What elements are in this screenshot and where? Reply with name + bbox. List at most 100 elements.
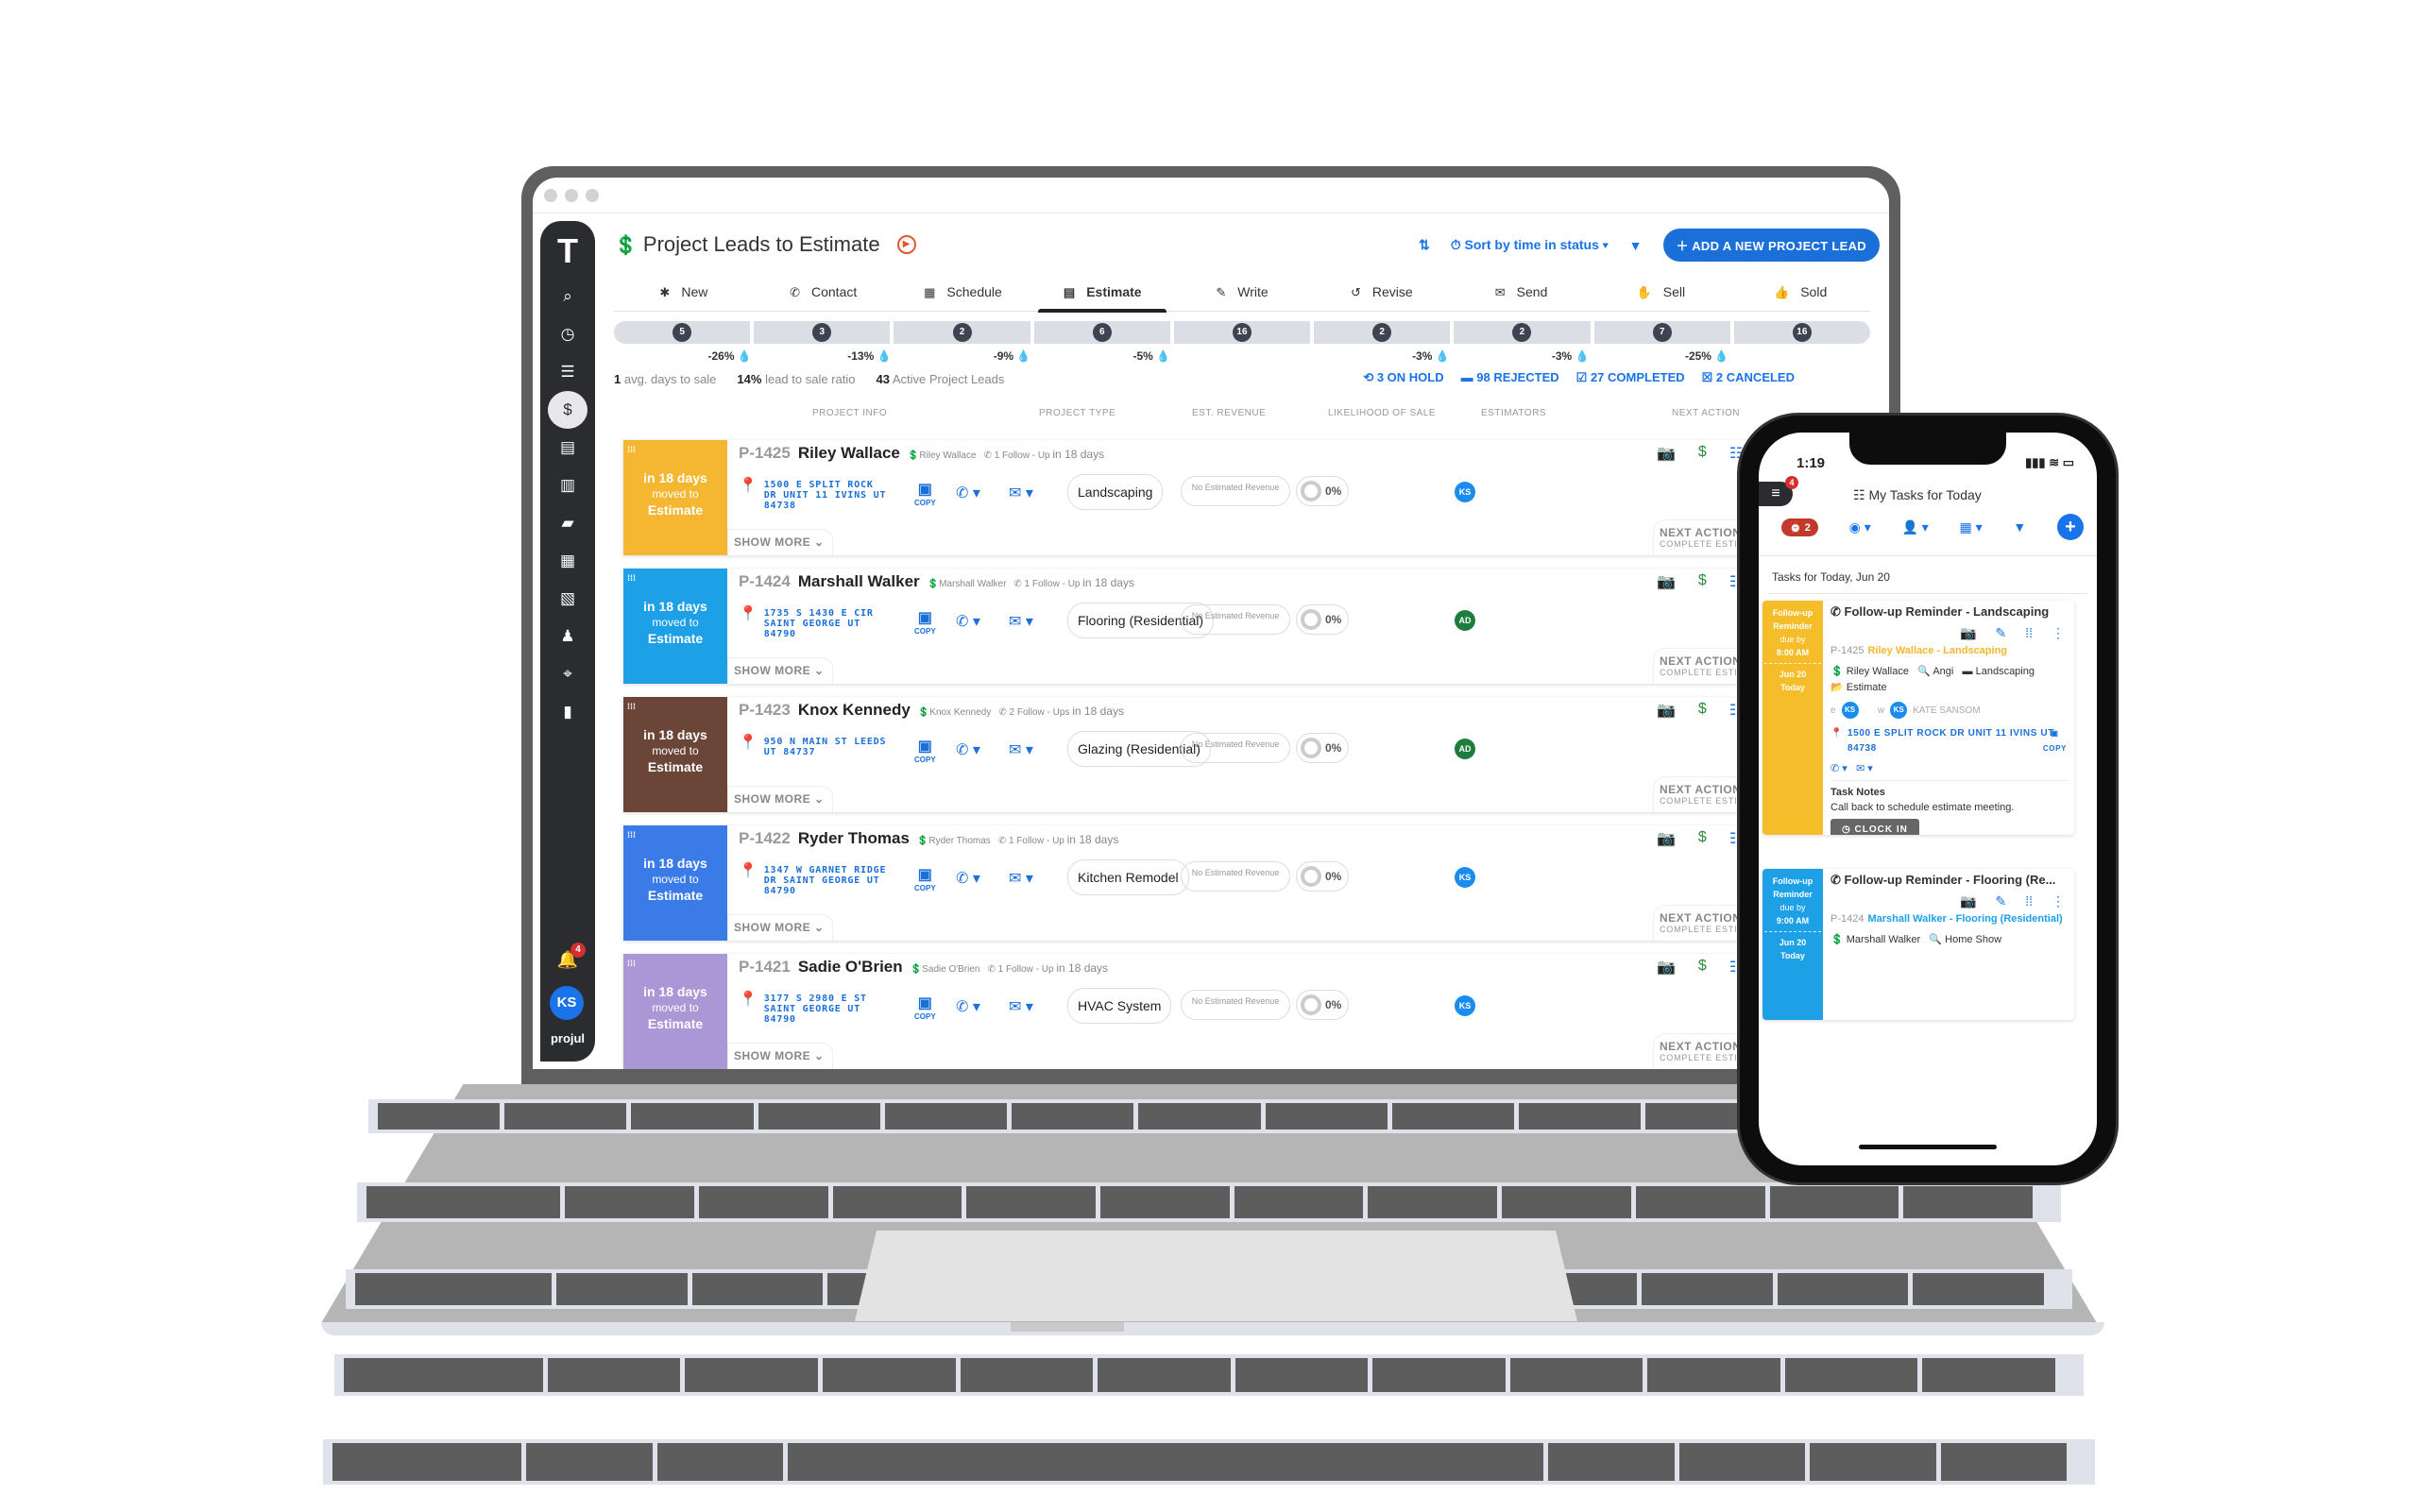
likelihood-pill[interactable]: 0%: [1296, 990, 1349, 1020]
phone-dropdown[interactable]: ✆ ▾: [956, 997, 980, 1016]
task-project-link[interactable]: P-1425 Riley Wallace - Landscaping: [1831, 645, 2069, 656]
copy-address-button[interactable]: ▣ COPY: [914, 608, 936, 636]
task-card[interactable]: Follow-up Reminder due by 8:00 AM Jun 20 To…: [1762, 601, 2074, 835]
sidebar-item-estimates[interactable]: ▤: [540, 429, 595, 467]
drag-handle-icon[interactable]: ⁞⁞⁞: [627, 570, 636, 586]
sort-dropdown[interactable]: ⏱ Sort by time in status ▾: [1451, 237, 1609, 253]
calendar-dropdown[interactable]: ▦ ▾: [1960, 519, 1983, 535]
sidebar-item-invoices[interactable]: ▥: [540, 467, 595, 504]
sidebar-item-tasks[interactable]: ☰: [540, 353, 595, 391]
filter-icon[interactable]: ▼: [2013, 519, 2026, 535]
pipeline-stage[interactable]: 2: [1314, 321, 1451, 344]
copy-address-button[interactable]: ▣ COPY: [914, 994, 936, 1021]
sidebar-item-time[interactable]: ◷: [540, 315, 595, 353]
tab-sell[interactable]: ✋ Sell: [1591, 278, 1730, 311]
show-more-button[interactable]: SHOW MORE ⌄: [727, 529, 833, 555]
pipeline-stage[interactable]: 2: [1454, 321, 1591, 344]
lead-address[interactable]: 📍 1500 E SPLIT ROCK DR UNIT 11 IVINS UT 8…: [739, 478, 890, 512]
rejected-link[interactable]: ▬ 98 REJECTED: [1461, 370, 1559, 385]
home-indicator[interactable]: [1859, 1145, 1997, 1149]
filter-icon[interactable]: ▼: [1629, 238, 1643, 253]
lead-row[interactable]: ⁞⁞⁞ in 18 days moved to Estimate P-1421 Sa…: [623, 954, 1870, 1069]
user-avatar[interactable]: KS: [550, 986, 584, 1020]
show-more-button[interactable]: SHOW MORE ⌄: [727, 1043, 833, 1069]
camera-icon[interactable]: 📷: [1657, 829, 1676, 848]
lead-row[interactable]: ⁞⁞⁞ in 18 days moved to Estimate P-1422 Ry…: [623, 825, 1870, 941]
clock-in-button[interactable]: ◷ CLOCK IN: [1831, 819, 1919, 835]
phone-menu-button[interactable]: ≡ 4: [1759, 476, 1798, 506]
estimate-money-icon[interactable]: $: [1698, 958, 1707, 977]
tab-revise[interactable]: ↺ Revise: [1312, 278, 1452, 311]
notifications-button[interactable]: 🔔 4: [540, 943, 595, 970]
completed-link[interactable]: ☑ 27 COMPLETED: [1576, 370, 1685, 385]
camera-icon[interactable]: 📷: [1657, 958, 1676, 977]
pipeline-stage[interactable]: 2: [894, 321, 1030, 344]
phone-dropdown[interactable]: ✆ ▾: [956, 740, 980, 759]
copy-address-button[interactable]: ▣ COPY: [914, 480, 936, 507]
lead-address[interactable]: 📍 950 N MAIN ST LEEDS UT 84737: [739, 735, 890, 758]
pipeline-stage[interactable]: 16: [1733, 321, 1870, 344]
lead-name[interactable]: Knox Kennedy: [798, 701, 911, 720]
drag-handle-icon[interactable]: ⁞⁞⁞: [627, 442, 636, 458]
tab-sold[interactable]: 👍 Sold: [1730, 278, 1870, 311]
tab-estimate[interactable]: ▤ Estimate: [1032, 278, 1172, 313]
grid-icon[interactable]: ⁞⁞: [2025, 893, 2033, 909]
add-project-lead-button[interactable]: ＋ ADD A NEW PROJECT LEAD: [1662, 229, 1880, 262]
drag-handle-icon[interactable]: ⁞⁞⁞: [627, 699, 636, 715]
estimator-avatar[interactable]: AD: [1455, 739, 1475, 759]
likelihood-pill[interactable]: 0%: [1296, 476, 1349, 506]
estimate-money-icon[interactable]: $: [1698, 572, 1707, 591]
hammer-logo-icon[interactable]: T: [550, 232, 586, 270]
more-icon[interactable]: ⋮: [2052, 893, 2065, 909]
est-revenue-pill[interactable]: No Estimated Revenue: [1181, 476, 1290, 506]
tab-contact[interactable]: ✆ Contact: [754, 278, 894, 311]
sidebar-item-project-leads[interactable]: $: [540, 391, 595, 429]
sort-order-icon[interactable]: ⇅: [1419, 237, 1430, 253]
pipeline-stage[interactable]: 6: [1033, 321, 1170, 344]
likelihood-pill[interactable]: 0%: [1296, 733, 1349, 763]
pipeline-stage[interactable]: 3: [754, 321, 891, 344]
view-dropdown[interactable]: ◉ ▾: [1849, 519, 1871, 535]
phone-dropdown[interactable]: ✆ ▾: [956, 869, 980, 888]
likelihood-pill[interactable]: 0%: [1296, 604, 1349, 635]
camera-icon[interactable]: 📷: [1960, 893, 1976, 909]
sidebar-item-reports[interactable]: ▮: [540, 693, 595, 731]
phone-dropdown[interactable]: ✆ ▾: [956, 612, 980, 631]
show-more-button[interactable]: SHOW MORE ⌄: [727, 657, 833, 684]
window-minimize-button[interactable]: [565, 188, 578, 202]
lead-address[interactable]: 📍 3177 S 2980 E ST SAINT GEORGE UT 84790: [739, 992, 890, 1026]
lead-address[interactable]: 📍 1735 S 1430 E CIR SAINT GEORGE UT 84790: [739, 606, 890, 640]
pipeline-stage[interactable]: 5: [614, 321, 751, 344]
est-revenue-pill[interactable]: No Estimated Revenue: [1181, 990, 1290, 1020]
on-hold-link[interactable]: ⟲ 3 ON HOLD: [1363, 370, 1443, 385]
lead-row[interactable]: ⁞⁞⁞ in 18 days moved to Estimate P-1423 Kn…: [623, 697, 1870, 812]
phone-dropdown[interactable]: ✆ ▾: [956, 484, 980, 502]
user-dropdown[interactable]: 👤 ▾: [1901, 519, 1928, 535]
est-revenue-pill[interactable]: No Estimated Revenue: [1181, 733, 1290, 763]
email-dropdown[interactable]: ✉ ▾: [1009, 869, 1033, 888]
copy-address-button[interactable]: ▣ COPY: [914, 865, 936, 892]
email-dropdown[interactable]: ✉ ▾: [1009, 612, 1033, 631]
more-icon[interactable]: ⋮: [2052, 625, 2065, 641]
estimator-avatar[interactable]: KS: [1455, 867, 1475, 888]
edit-icon[interactable]: ✎: [1995, 893, 2006, 909]
drag-handle-icon[interactable]: ⁞⁞⁞: [627, 956, 636, 972]
camera-icon[interactable]: 📷: [1657, 572, 1676, 591]
edit-icon[interactable]: ✎: [1995, 625, 2006, 641]
camera-icon[interactable]: 📷: [1657, 701, 1676, 720]
tab-send[interactable]: ✉ Send: [1452, 278, 1592, 311]
tab-new[interactable]: ✱ New: [614, 278, 754, 311]
sidebar-item-calendar[interactable]: ▦: [540, 542, 595, 580]
estimator-avatar[interactable]: AD: [1455, 610, 1475, 631]
grid-icon[interactable]: ⁞⁞: [2025, 625, 2033, 641]
sidebar-item-photos[interactable]: ▧: [540, 580, 595, 618]
task-card[interactable]: Follow-up Reminder due by 9:00 AM Jun 20 To…: [1762, 869, 2074, 1020]
camera-icon[interactable]: 📷: [1657, 444, 1676, 463]
sidebar-item-search[interactable]: ⌕: [540, 278, 595, 315]
copy-address-button[interactable]: ▣ COPY: [2043, 726, 2067, 756]
estimate-money-icon[interactable]: $: [1698, 701, 1707, 720]
estimator-avatar[interactable]: KS: [1455, 995, 1475, 1016]
lead-address[interactable]: 📍 1347 W GARNET RIDGE DR SAINT GEORGE UT …: [739, 863, 890, 897]
camera-icon[interactable]: 📷: [1960, 625, 1976, 641]
task-address[interactable]: 📍 1500 E SPLIT ROCK DR UNIT 11 IVINS UT 8…: [1831, 726, 2069, 756]
